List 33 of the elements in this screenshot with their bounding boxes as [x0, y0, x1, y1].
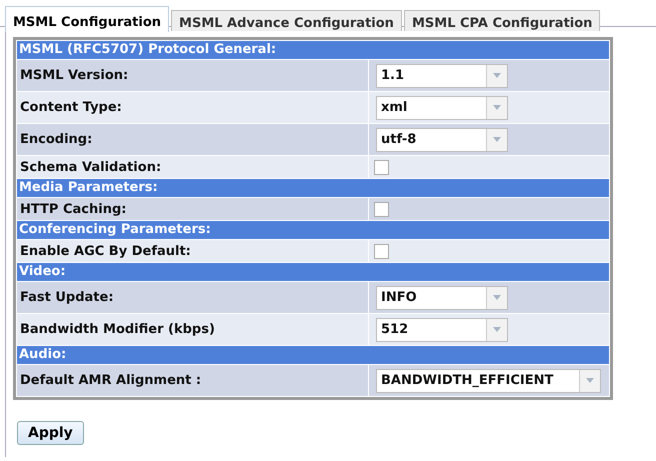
field-label: Enable AGC By Default:: [17, 240, 368, 262]
dropdown[interactable]: utf-8: [376, 128, 508, 152]
field-label: Fast Update:: [17, 282, 368, 313]
dropdown[interactable]: BANDWIDTH_EFFICIENT: [376, 368, 601, 392]
field-label: Encoding:: [17, 124, 368, 155]
apply-button[interactable]: Apply: [17, 421, 84, 445]
section-header: MSML (RFC5707) Protocol General:: [17, 41, 609, 59]
dropdown[interactable]: xml: [376, 96, 508, 120]
dropdown[interactable]: INFO: [376, 286, 508, 310]
checkbox[interactable]: [374, 202, 389, 216]
field-label: Schema Validation:: [17, 156, 368, 178]
caret-icon: [493, 295, 501, 300]
field-label: Default AMR Alignment :: [17, 365, 368, 396]
dropdown[interactable]: 1.1: [376, 64, 508, 88]
field-label: Bandwidth Modifier (kbps): [17, 314, 368, 345]
caret-icon: [493, 137, 501, 142]
section-header: Audio:: [17, 346, 609, 364]
dropdown[interactable]: 512: [376, 318, 508, 342]
field-label: MSML Version:: [17, 60, 368, 91]
tab[interactable]: MSML Advance Configuration: [171, 10, 402, 31]
caret-icon: [493, 327, 501, 332]
caret-icon: [493, 73, 501, 78]
tab[interactable]: MSML CPA Configuration: [404, 10, 600, 31]
section-header: Media Parameters:: [17, 179, 609, 197]
section-header: Video:: [17, 263, 609, 281]
field-label: HTTP Caching:: [17, 198, 368, 220]
field-label: Content Type:: [17, 92, 368, 123]
section-header: Conferencing Parameters:: [17, 221, 609, 239]
caret-icon: [493, 105, 501, 110]
checkbox[interactable]: [374, 244, 389, 258]
caret-icon: [586, 378, 594, 383]
checkbox[interactable]: [374, 160, 389, 174]
tab[interactable]: MSML Configuration: [5, 6, 170, 32]
